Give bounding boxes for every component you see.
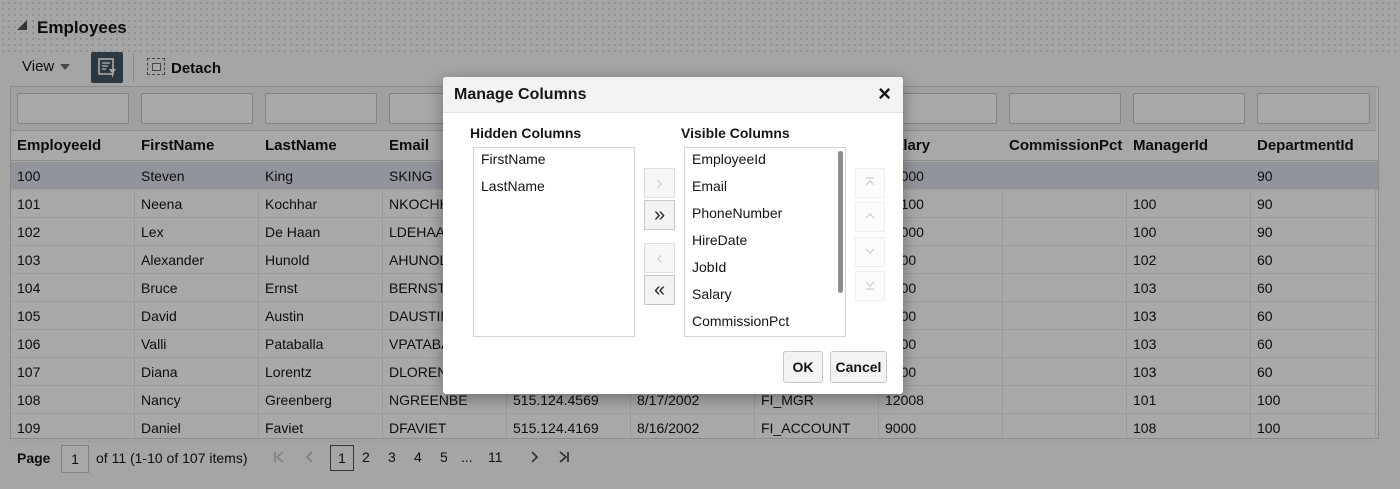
move-left-button[interactable]: ‹ xyxy=(644,243,675,273)
visible-columns-listbox[interactable]: EmployeeId Email PhoneNumber HireDate JobId S… xyxy=(684,147,846,337)
move-up-icon xyxy=(865,213,875,219)
list-item[interactable]: Email xyxy=(685,175,845,202)
list-item[interactable]: JobId xyxy=(685,256,845,283)
list-item[interactable]: LastName xyxy=(474,175,634,202)
list-item[interactable]: Salary xyxy=(685,283,845,310)
close-icon[interactable]: × xyxy=(878,82,891,106)
move-all-left-button[interactable]: « xyxy=(644,275,675,305)
move-down-button[interactable] xyxy=(855,237,885,267)
move-bottom-icon xyxy=(865,281,875,290)
move-to-top-button[interactable] xyxy=(855,168,885,198)
hidden-columns-label: Hidden Columns xyxy=(470,125,582,141)
hidden-columns-listbox[interactable]: FirstName LastName xyxy=(473,147,635,337)
list-item[interactable]: FirstName xyxy=(474,148,634,175)
move-top-icon xyxy=(865,177,875,186)
list-item[interactable]: CommissionPct xyxy=(685,310,845,336)
scrollbar-thumb[interactable] xyxy=(838,151,843,293)
list-item[interactable]: EmployeeId xyxy=(685,148,845,175)
list-item[interactable]: PhoneNumber xyxy=(685,202,845,229)
ok-button[interactable]: OK xyxy=(783,351,823,383)
move-all-right-button[interactable]: » xyxy=(644,200,675,230)
visible-columns-label: Visible Columns xyxy=(681,125,790,141)
move-up-button[interactable] xyxy=(855,202,885,232)
move-right-button[interactable]: › xyxy=(644,168,675,198)
dialog-header: Manage Columns × xyxy=(443,77,903,113)
move-to-bottom-button[interactable] xyxy=(855,271,885,301)
dialog-title: Manage Columns xyxy=(454,86,587,103)
list-item[interactable]: HireDate xyxy=(685,229,845,256)
cancel-button[interactable]: Cancel xyxy=(830,351,887,383)
manage-columns-dialog: Manage Columns × Hidden Columns Visible … xyxy=(443,77,903,394)
move-down-icon xyxy=(865,248,875,254)
